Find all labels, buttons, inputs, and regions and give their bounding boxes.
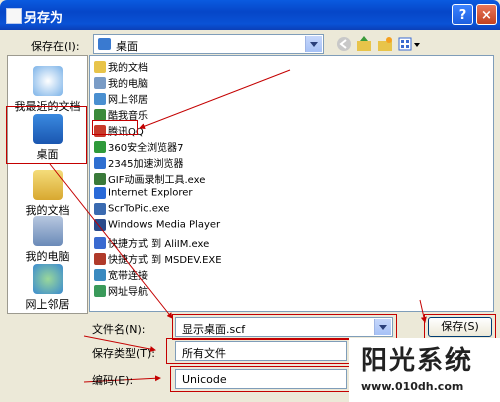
encoding-label: 编码(E): — [92, 374, 134, 387]
encoding-highlight — [170, 366, 350, 392]
watermark: 阳光系统 www.010dh.com — [349, 338, 500, 402]
watermark-url: www.010dh.com — [361, 380, 464, 393]
save-highlight — [424, 314, 496, 340]
savetype-highlight — [166, 338, 350, 364]
watermark-title: 阳光系统 — [361, 346, 474, 376]
save-as-dialog: 另存为 ? × 保存在(I): 桌面 我最近的文档 桌面 我的文档 我的电脑 网… — [0, 0, 500, 402]
savetype-label: 保存类型(T): — [92, 347, 156, 360]
arrow-to-filename — [49, 163, 173, 319]
filename-highlight — [172, 314, 397, 340]
filename-label: 文件名(N): — [92, 323, 146, 336]
arrow-to-qq — [139, 69, 291, 129]
